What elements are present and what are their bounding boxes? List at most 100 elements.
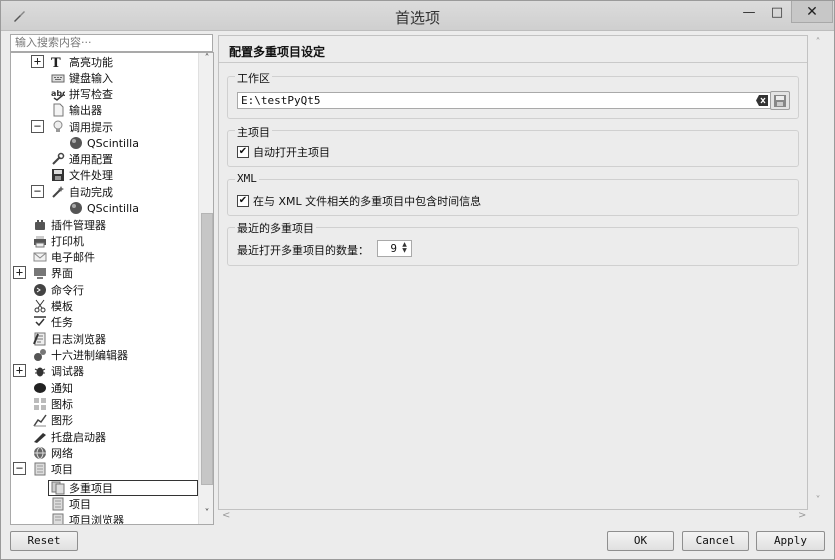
clear-icon[interactable] bbox=[756, 95, 768, 106]
recent-count-spinbox[interactable]: 9 ▲ ▼ bbox=[377, 240, 412, 257]
tree-scrollbar[interactable]: ˄ ˅ bbox=[198, 53, 213, 524]
tree-item[interactable]: 托盘启动器 bbox=[33, 429, 106, 445]
tree-item[interactable]: 图形 bbox=[33, 412, 73, 428]
spellcheck-icon: abc bbox=[51, 87, 65, 101]
tree-item[interactable]: QScintilla bbox=[69, 135, 139, 151]
tree-item[interactable]: 电子邮件 bbox=[33, 249, 95, 265]
tree-item-label: QScintilla bbox=[87, 201, 139, 215]
checkbox-label: 在与 XML 文件相关的多重项目中包含时间信息 bbox=[253, 195, 482, 208]
tree-item-label: 调试器 bbox=[51, 365, 84, 378]
preferences-tree[interactable]: + T 高亮功能 键盘输入 abc 拼写检查 输出器 − 调用提示 QScint bbox=[10, 52, 214, 525]
settings-page: 配置多重项目设定 工作区 E:\testPyQt5 主项目 ✔ 自动打开主项目 … bbox=[218, 35, 808, 510]
tray-icon bbox=[33, 430, 47, 444]
tree-item[interactable]: 通知 bbox=[33, 380, 73, 396]
browse-button[interactable] bbox=[770, 91, 790, 110]
chevron-down-icon[interactable]: ˅ bbox=[810, 495, 826, 506]
chevron-left-icon[interactable]: < bbox=[222, 510, 230, 521]
checkmark-icon: ✔ bbox=[237, 146, 249, 158]
close-button[interactable]: ✕ bbox=[791, 1, 833, 23]
chevron-up-icon[interactable]: ˄ bbox=[199, 53, 213, 69]
apply-button[interactable]: Apply bbox=[756, 531, 825, 551]
expand-toggle-icon[interactable]: + bbox=[13, 364, 26, 377]
mail-icon bbox=[33, 250, 47, 264]
recent-count-label: 最近打开多重项目的数量： bbox=[237, 244, 369, 257]
tree-item-selected[interactable]: 多重项目 bbox=[51, 480, 113, 496]
reset-button[interactable]: Reset bbox=[10, 531, 78, 551]
tree-item-label: 日志浏览器 bbox=[51, 333, 106, 346]
tree-item[interactable]: 自动完成 bbox=[51, 184, 113, 200]
tree-item[interactable]: T 高亮功能 bbox=[51, 54, 113, 70]
workspace-group-label: 工作区 bbox=[235, 70, 272, 86]
tree-item-label: 电子邮件 bbox=[51, 251, 95, 264]
svg-text:abc: abc bbox=[51, 89, 65, 98]
spin-arrows-icon[interactable]: ▲ ▼ bbox=[399, 242, 410, 255]
tree-item-label: 项目 bbox=[51, 463, 73, 476]
expand-toggle-icon[interactable]: + bbox=[13, 266, 26, 279]
workspace-path-input[interactable]: E:\testPyQt5 bbox=[237, 92, 790, 109]
tree-item-label: 界面 bbox=[51, 267, 73, 280]
wrench-icon bbox=[51, 152, 65, 166]
chevron-up-icon[interactable]: ˄ bbox=[810, 37, 826, 48]
checkmark-icon: ✔ bbox=[237, 195, 249, 207]
minimize-button[interactable]: — bbox=[736, 1, 762, 23]
tree-item[interactable]: 命令行 bbox=[33, 282, 84, 298]
sphere-icon bbox=[69, 201, 83, 215]
tree-item[interactable]: 模板 bbox=[33, 298, 73, 314]
maximize-button[interactable]: □ bbox=[764, 1, 790, 23]
tree-item[interactable]: QScintilla bbox=[69, 200, 139, 216]
page-title: 配置多重项目设定 bbox=[229, 45, 326, 59]
tree-item-label: 高亮功能 bbox=[69, 56, 113, 69]
tree-item-label: QScintilla bbox=[87, 136, 139, 150]
tree-item[interactable]: 界面 bbox=[33, 265, 73, 281]
sphere-icon bbox=[69, 136, 83, 150]
scissors-icon bbox=[33, 299, 47, 313]
tree-item[interactable]: 插件管理器 bbox=[33, 217, 106, 233]
tree-item-label: 多重项目 bbox=[69, 482, 113, 495]
tree-item[interactable]: 文件处理 bbox=[51, 167, 113, 183]
tree-item-label: 任务 bbox=[51, 316, 73, 329]
tree-item[interactable]: 通用配置 bbox=[51, 151, 113, 167]
chevron-right-icon[interactable]: > bbox=[798, 510, 806, 521]
hex-icon bbox=[33, 348, 47, 362]
scrollbar-thumb[interactable] bbox=[201, 213, 213, 485]
bubble-icon bbox=[33, 381, 47, 395]
tree-item-label: 网络 bbox=[51, 447, 73, 460]
search-input[interactable]: 输入搜索内容··· bbox=[10, 34, 213, 52]
tree-item-label: 图形 bbox=[51, 414, 73, 427]
tree-item-label: 托盘启动器 bbox=[51, 431, 106, 444]
tree-item[interactable]: 项目浏览器 bbox=[51, 512, 124, 524]
tree-item[interactable]: 图标 bbox=[33, 396, 73, 412]
auto-open-main-project-checkbox[interactable]: ✔ 自动打开主项目 bbox=[237, 144, 330, 160]
tree-item[interactable]: 调试器 bbox=[33, 363, 84, 379]
terminal-icon bbox=[33, 283, 47, 297]
tree-item[interactable]: 输出器 bbox=[51, 102, 102, 118]
tree-item[interactable]: 日志浏览器 bbox=[33, 331, 106, 347]
tree-item-label: 项目 bbox=[69, 498, 91, 511]
tree-item[interactable]: 调用提示 bbox=[51, 119, 113, 135]
tree-item[interactable]: 网络 bbox=[33, 445, 73, 461]
include-time-info-checkbox[interactable]: ✔ 在与 XML 文件相关的多重项目中包含时间信息 bbox=[237, 193, 481, 209]
expand-toggle-icon[interactable]: + bbox=[31, 55, 44, 68]
tree-item[interactable]: 项目 bbox=[33, 461, 73, 477]
tree-item[interactable]: 打印机 bbox=[33, 233, 84, 249]
tree-item[interactable]: 键盘输入 bbox=[51, 70, 113, 86]
collapse-toggle-icon[interactable]: − bbox=[13, 462, 26, 475]
tree-item[interactable]: 十六进制编辑器 bbox=[33, 347, 128, 363]
tree-item[interactable]: 任务 bbox=[33, 314, 73, 330]
collapse-toggle-icon[interactable]: − bbox=[31, 120, 44, 133]
tree-item-label: 输出器 bbox=[69, 104, 102, 117]
monitor-icon bbox=[33, 266, 47, 280]
tree-item-label: 调用提示 bbox=[69, 121, 113, 134]
cancel-button[interactable]: Cancel bbox=[682, 531, 749, 551]
tree-item[interactable]: 项目 bbox=[51, 496, 91, 512]
recent-group-label: 最近的多重项目 bbox=[235, 220, 316, 236]
tree-item[interactable]: abc 拼写检查 bbox=[51, 86, 113, 102]
tree-item-label: 自动完成 bbox=[69, 186, 113, 199]
content-hscrollbar[interactable]: < > bbox=[218, 510, 808, 524]
ok-button[interactable]: OK bbox=[607, 531, 674, 551]
chevron-down-icon[interactable]: ˅ bbox=[199, 508, 213, 524]
floppy-icon bbox=[774, 94, 786, 107]
content-scrollbar[interactable]: ˄ ˅ bbox=[810, 35, 826, 510]
collapse-toggle-icon[interactable]: − bbox=[31, 185, 44, 198]
svg-text:T: T bbox=[51, 56, 61, 69]
